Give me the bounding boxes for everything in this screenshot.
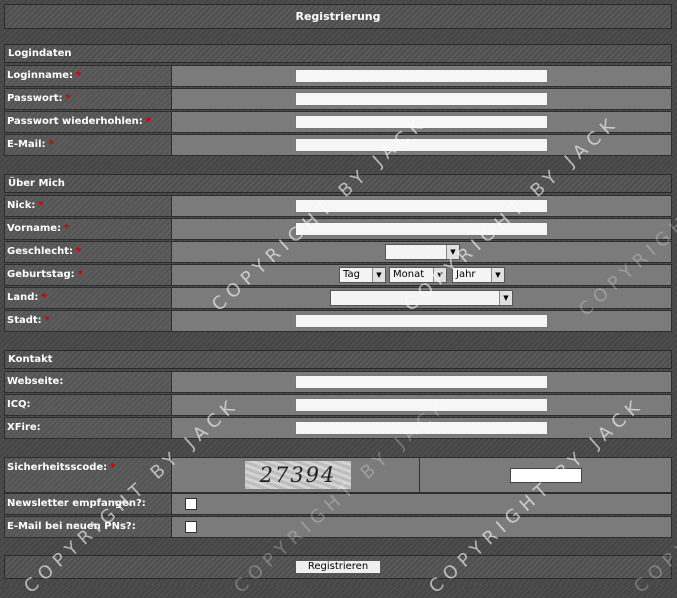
label-captcha: Sicherheitsscode: * (5, 458, 172, 492)
row-email: E-Mail: * (4, 134, 672, 156)
row-email-pn: E-Mail bei neuen PNs?: (4, 516, 672, 538)
chevron-down-icon: ▼ (491, 268, 504, 282)
birthday-month-select[interactable]: Monat ▼ (389, 267, 447, 283)
register-button[interactable]: Registrieren (295, 560, 381, 574)
required-mark: * (65, 93, 71, 104)
birthday-year-select[interactable]: Jahr ▼ (452, 267, 505, 283)
label-text: Stadt: (7, 315, 42, 326)
select-value: Jahr (456, 269, 476, 280)
chevron-down-icon: ▼ (446, 245, 459, 259)
email-pn-checkbox[interactable] (185, 521, 197, 533)
row-icq: ICQ: (4, 394, 672, 416)
label-loginname: Loginname: * (5, 66, 172, 86)
label-vorname: Vorname: * (5, 219, 172, 239)
required-mark: * (76, 70, 82, 81)
label-land: Land: * (5, 288, 172, 308)
stadt-input[interactable] (295, 314, 548, 328)
row-webseite: Webseite: (4, 371, 672, 393)
label-newsletter: Newsletter empfangen?: (5, 494, 172, 514)
required-mark: * (77, 269, 83, 280)
label-text: Sicherheitsscode: (7, 462, 108, 473)
label-email-pn: E-Mail bei neuen PNs?: (5, 517, 172, 537)
label-stadt: Stadt: * (5, 311, 172, 331)
xfire-input[interactable] (295, 421, 548, 435)
select-value: Tag (343, 269, 360, 280)
required-mark: * (64, 223, 70, 234)
row-passwort: Passwort: * (4, 88, 672, 110)
loginname-input[interactable] (295, 69, 548, 83)
label-text: Loginname: (7, 70, 74, 81)
row-loginname: Loginname: * (4, 65, 672, 87)
row-geschlecht: Geschlecht: * ▼ (4, 241, 672, 263)
required-mark: * (41, 292, 47, 303)
chevron-down-icon: ▼ (433, 268, 446, 282)
label-icq: ICQ: (5, 395, 172, 415)
row-passwort-wdh: Passwort wiederhohlen: * (4, 111, 672, 133)
captcha-image: 27394 (245, 461, 351, 489)
required-mark: * (38, 200, 44, 211)
label-email: E-Mail: * (5, 135, 172, 155)
required-mark: * (48, 139, 54, 150)
row-nick: Nick: * (4, 195, 672, 217)
label-geschlecht: Geschlecht: * (5, 242, 172, 262)
required-mark: * (145, 116, 152, 127)
land-select[interactable]: ▼ (330, 290, 513, 306)
row-xfire: XFire: (4, 417, 672, 439)
birthday-day-select[interactable]: Tag ▼ (339, 267, 386, 283)
chevron-down-icon: ▼ (499, 291, 512, 305)
nick-input[interactable] (295, 199, 548, 213)
captcha-input[interactable] (510, 468, 582, 483)
label-text: Land: (7, 292, 39, 303)
required-mark: * (76, 246, 82, 257)
row-captcha: Sicherheitsscode: * 27394 (4, 457, 672, 493)
label-text: Passwort: (7, 93, 63, 104)
newsletter-checkbox[interactable] (185, 498, 197, 510)
label-text: Geburtstag: (7, 269, 75, 280)
required-mark: * (44, 315, 50, 326)
row-newsletter: Newsletter empfangen?: (4, 493, 672, 515)
page-title: Registrierung (4, 4, 672, 29)
password-input[interactable] (295, 92, 548, 106)
label-webseite: Webseite: (5, 372, 172, 392)
select-value: Monat (393, 269, 425, 280)
row-geburtstag: Geburtstag: * Tag ▼ Monat ▼ Jahr ▼ (4, 264, 672, 286)
row-land: Land: * ▼ (4, 287, 672, 309)
label-text: Passwort wiederhohlen: (7, 116, 143, 127)
label-text: Geschlecht: (7, 246, 74, 257)
row-stadt: Stadt: * (4, 310, 672, 332)
label-geburtstag: Geburtstag: * (5, 265, 172, 285)
required-mark: * (110, 462, 116, 473)
geschlecht-select[interactable]: ▼ (385, 244, 460, 260)
password-repeat-input[interactable] (295, 115, 548, 129)
vorname-input[interactable] (295, 222, 548, 236)
email-input[interactable] (295, 138, 548, 152)
webseite-input[interactable] (295, 375, 548, 389)
label-text: Vorname: (7, 223, 62, 234)
column-divider (419, 458, 420, 492)
label-passwort-wdh: Passwort wiederhohlen: * (5, 112, 172, 132)
icq-input[interactable] (295, 398, 548, 412)
section-header-about: Über Mich (4, 174, 672, 193)
label-xfire: XFire: (5, 418, 172, 438)
section-header-contact: Kontakt (4, 350, 672, 369)
chevron-down-icon: ▼ (372, 268, 385, 282)
label-text: Nick: (7, 200, 36, 211)
row-vorname: Vorname: * (4, 218, 672, 240)
label-text: E-Mail: (7, 139, 46, 150)
label-nick: Nick: * (5, 196, 172, 216)
label-passwort: Passwort: * (5, 89, 172, 109)
section-header-login: Logindaten (4, 44, 672, 63)
